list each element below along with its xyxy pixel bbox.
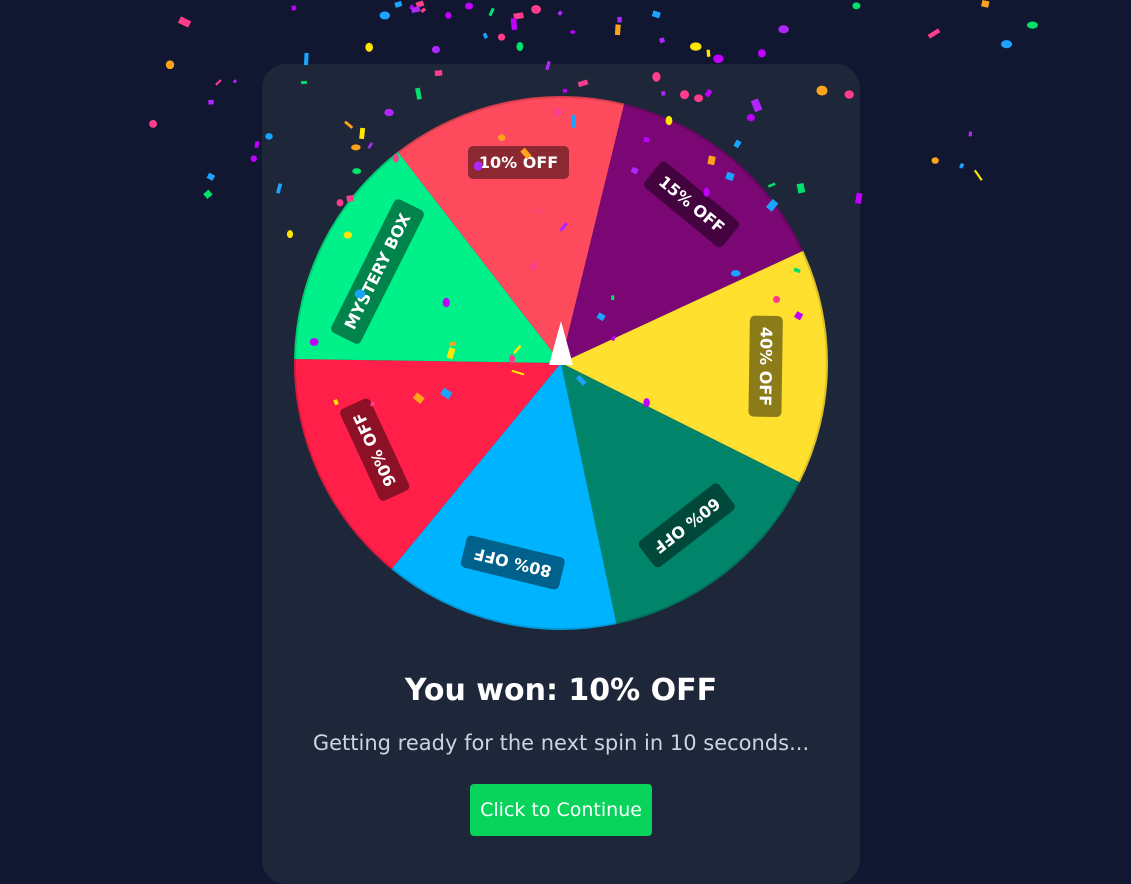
confetti-piece [531, 4, 541, 14]
confetti-piece [513, 12, 524, 20]
confetti-piece [1001, 40, 1013, 49]
confetti-piece [557, 10, 563, 16]
confetti-piece [250, 155, 257, 162]
confetti-piece [778, 25, 789, 34]
confetti-piece [291, 5, 297, 11]
confetti-piece [658, 37, 666, 44]
confetti-piece [1026, 21, 1038, 29]
confetti-piece [931, 157, 939, 164]
confetti-piece [445, 12, 452, 19]
confetti-piece [488, 7, 495, 17]
confetti-piece [408, 4, 415, 10]
confetti-piece [713, 54, 724, 64]
confetti-piece [149, 120, 157, 128]
continue-button[interactable]: Click to Continue [470, 784, 652, 836]
confetti-piece [206, 172, 216, 181]
confetti-piece [165, 60, 175, 70]
countdown-message: Getting ready for the next spin in 10 se… [312, 731, 810, 755]
confetti-piece [968, 131, 973, 137]
confetti-piece [706, 49, 711, 57]
confetti-piece [203, 189, 213, 199]
confetti-piece [431, 45, 440, 54]
confetti-piece [411, 6, 421, 13]
confetti-piece [927, 28, 941, 39]
confetti-piece [365, 42, 373, 52]
wheel-pointer-icon [549, 321, 573, 365]
confetti-piece [177, 16, 192, 28]
confetti-piece [516, 41, 524, 52]
confetti-piece [232, 79, 238, 84]
confetti-piece [464, 2, 474, 10]
confetti-piece [497, 33, 506, 41]
confetti-piece [482, 32, 489, 39]
result-title: You won: 10% OFF [404, 673, 718, 708]
confetti-piece [254, 141, 260, 149]
confetti-piece [852, 2, 861, 10]
confetti-piece [570, 30, 576, 34]
confetti-piece [958, 162, 965, 169]
wheel-segment-label: 40% OFF [748, 315, 784, 417]
confetti-piece [617, 16, 622, 23]
confetti-piece [394, 0, 403, 8]
confetti-piece [379, 11, 390, 20]
wheel-segment-label: 10% OFF [467, 145, 570, 179]
confetti-piece [981, 0, 990, 8]
confetti-piece [215, 79, 222, 86]
confetti-piece [757, 49, 766, 58]
confetti-piece [690, 42, 702, 51]
confetti-piece [208, 99, 214, 105]
confetti-piece [614, 24, 621, 36]
confetti-piece [973, 169, 983, 181]
confetti-piece [415, 0, 425, 8]
confetti-piece [420, 7, 427, 13]
confetti-piece [651, 10, 661, 19]
confetti-piece [510, 17, 518, 31]
